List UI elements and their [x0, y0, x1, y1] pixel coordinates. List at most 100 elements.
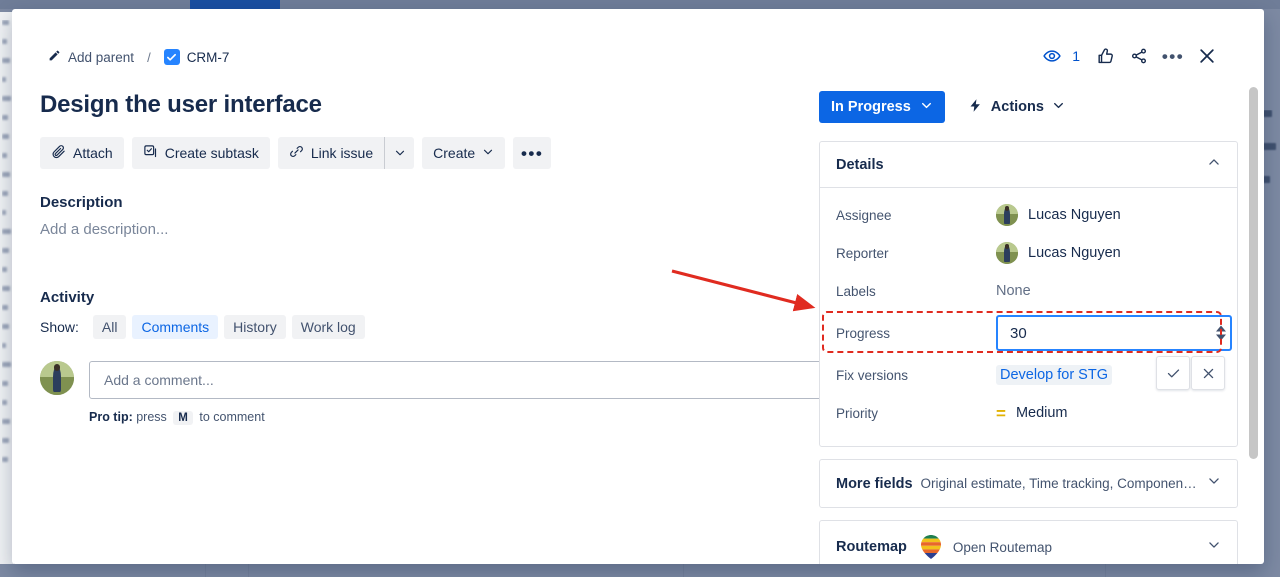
filter-all-button[interactable]: All: [93, 315, 127, 339]
pro-tip-prefix: Pro tip:: [89, 410, 133, 424]
chevron-down-icon[interactable]: [1207, 474, 1221, 493]
attach-button[interactable]: Attach: [40, 137, 124, 169]
paperclip-icon: [51, 144, 66, 162]
actions-dropdown-button[interactable]: Actions: [959, 91, 1074, 123]
link-issue-button[interactable]: Link issue: [278, 137, 384, 169]
create-button[interactable]: Create: [422, 137, 505, 169]
create-subtask-button[interactable]: Create subtask: [132, 137, 270, 169]
issue-detail-modal: Add parent / CRM-7 1: [12, 9, 1264, 564]
routemap-header[interactable]: Routemap: [820, 521, 1237, 564]
stepper-down-icon[interactable]: [1216, 335, 1226, 341]
progress-label: Progress: [836, 326, 996, 341]
routemap-pin-icon: [921, 535, 941, 559]
page-title[interactable]: Design the user interface: [40, 91, 322, 119]
actions-label: Actions: [991, 99, 1044, 115]
create-subtask-label: Create subtask: [165, 145, 259, 161]
like-button[interactable]: [1090, 41, 1120, 71]
progress-input[interactable]: [996, 315, 1232, 351]
activity-heading: Activity: [40, 289, 94, 306]
header-actions: 1 •••: [1037, 41, 1222, 71]
toolbar-more-button[interactable]: •••: [513, 137, 551, 169]
breadcrumb: Add parent / CRM-7: [42, 45, 235, 69]
issue-sidebar: In Progress Actions: [819, 91, 1238, 564]
issue-key-link[interactable]: CRM-7: [158, 45, 236, 69]
more-fields-title: More fields: [836, 476, 913, 492]
link-issue-split-button: Link issue: [278, 137, 414, 169]
field-assignee[interactable]: Assignee Lucas Nguyen: [836, 196, 1221, 234]
filter-work-log-button[interactable]: Work log: [292, 315, 365, 339]
background-bottom-strip: [0, 564, 1280, 577]
more-fields-subtitle: Original estimate, Time tracking, Compon…: [921, 476, 1199, 491]
priority-label: Priority: [836, 406, 996, 421]
edit-confirm-group: [1156, 356, 1225, 390]
issue-key-label: CRM-7: [187, 50, 230, 65]
assignee-label: Assignee: [836, 208, 996, 223]
background-right-text: [1262, 110, 1278, 230]
chevron-down-icon: [1052, 99, 1065, 116]
labels-value: None: [996, 283, 1031, 299]
priority-medium-icon: =: [996, 405, 1006, 422]
link-issue-dropdown-toggle[interactable]: [384, 137, 414, 169]
priority-value-wrap: = Medium: [996, 405, 1221, 422]
more-ellipsis-icon: •••: [521, 145, 543, 162]
reporter-label: Reporter: [836, 246, 996, 261]
labels-value-wrap: None: [996, 283, 1221, 299]
breadcrumb-separator: /: [147, 50, 151, 65]
status-action-row: In Progress Actions: [819, 91, 1238, 123]
details-card: Details Assignee Lucas Nguyen: [819, 141, 1238, 447]
more-options-button[interactable]: •••: [1158, 41, 1188, 71]
issue-action-toolbar: Attach Create subtask: [40, 137, 551, 169]
more-fields-header[interactable]: More fields Original estimate, Time trac…: [820, 460, 1237, 507]
routemap-link[interactable]: Open Routemap: [953, 540, 1199, 555]
progress-input-wrap: [996, 315, 1232, 351]
assignee-avatar: [996, 204, 1018, 226]
user-avatar: [40, 361, 74, 395]
fix-versions-value[interactable]: Develop for STG: [996, 365, 1112, 385]
chevron-down-icon: [920, 99, 933, 116]
filter-history-button[interactable]: History: [224, 315, 286, 339]
pencil-icon: [48, 49, 61, 65]
field-progress[interactable]: Progress: [836, 310, 1221, 356]
reporter-value: Lucas Nguyen: [1028, 245, 1121, 261]
status-dropdown-button[interactable]: In Progress: [819, 91, 945, 123]
field-labels[interactable]: Labels None: [836, 272, 1221, 310]
pro-tip-key: M: [173, 411, 193, 425]
progress-stepper[interactable]: [1216, 326, 1226, 341]
more-ellipsis-icon: •••: [1162, 48, 1184, 65]
more-fields-card[interactable]: More fields Original estimate, Time trac…: [819, 459, 1238, 508]
routemap-card[interactable]: Routemap: [819, 520, 1238, 564]
attach-label: Attach: [73, 145, 113, 161]
add-parent-label: Add parent: [68, 50, 134, 65]
watch-button[interactable]: [1037, 41, 1067, 71]
modal-scrollbar[interactable]: [1249, 87, 1258, 459]
share-button[interactable]: [1124, 41, 1154, 71]
description-placeholder[interactable]: Add a description...: [40, 221, 168, 238]
task-check-icon: [164, 49, 180, 65]
filter-comments-button[interactable]: Comments: [132, 315, 218, 339]
description-heading: Description: [40, 194, 123, 211]
confirm-edit-button[interactable]: [1156, 356, 1190, 390]
subtask-icon: [143, 144, 158, 162]
chevron-up-icon[interactable]: [1207, 155, 1221, 174]
details-card-header[interactable]: Details: [820, 142, 1237, 187]
close-modal-button[interactable]: [1192, 41, 1222, 71]
field-reporter[interactable]: Reporter Lucas Nguyen: [836, 234, 1221, 272]
details-title: Details: [836, 157, 884, 173]
add-parent-button[interactable]: Add parent: [42, 45, 140, 69]
create-label: Create: [433, 145, 475, 161]
stepper-up-icon[interactable]: [1216, 326, 1226, 332]
link-issue-label: Link issue: [311, 145, 373, 161]
pro-tip-mid: press: [136, 410, 167, 424]
assignee-value: Lucas Nguyen: [1028, 207, 1121, 223]
status-label: In Progress: [831, 99, 911, 115]
background-active-tab-indicator: [190, 0, 280, 9]
details-fields: Assignee Lucas Nguyen Reporter: [820, 188, 1237, 446]
field-priority[interactable]: Priority = Medium: [836, 394, 1221, 432]
chevron-down-icon[interactable]: [1207, 538, 1221, 557]
cancel-edit-button[interactable]: [1191, 356, 1225, 390]
reporter-avatar: [996, 242, 1018, 264]
show-label: Show:: [40, 319, 79, 335]
reporter-value-wrap: Lucas Nguyen: [996, 242, 1221, 264]
field-fix-versions[interactable]: Fix versions Develop for STG: [836, 356, 1221, 394]
assignee-value-wrap: Lucas Nguyen: [996, 204, 1221, 226]
